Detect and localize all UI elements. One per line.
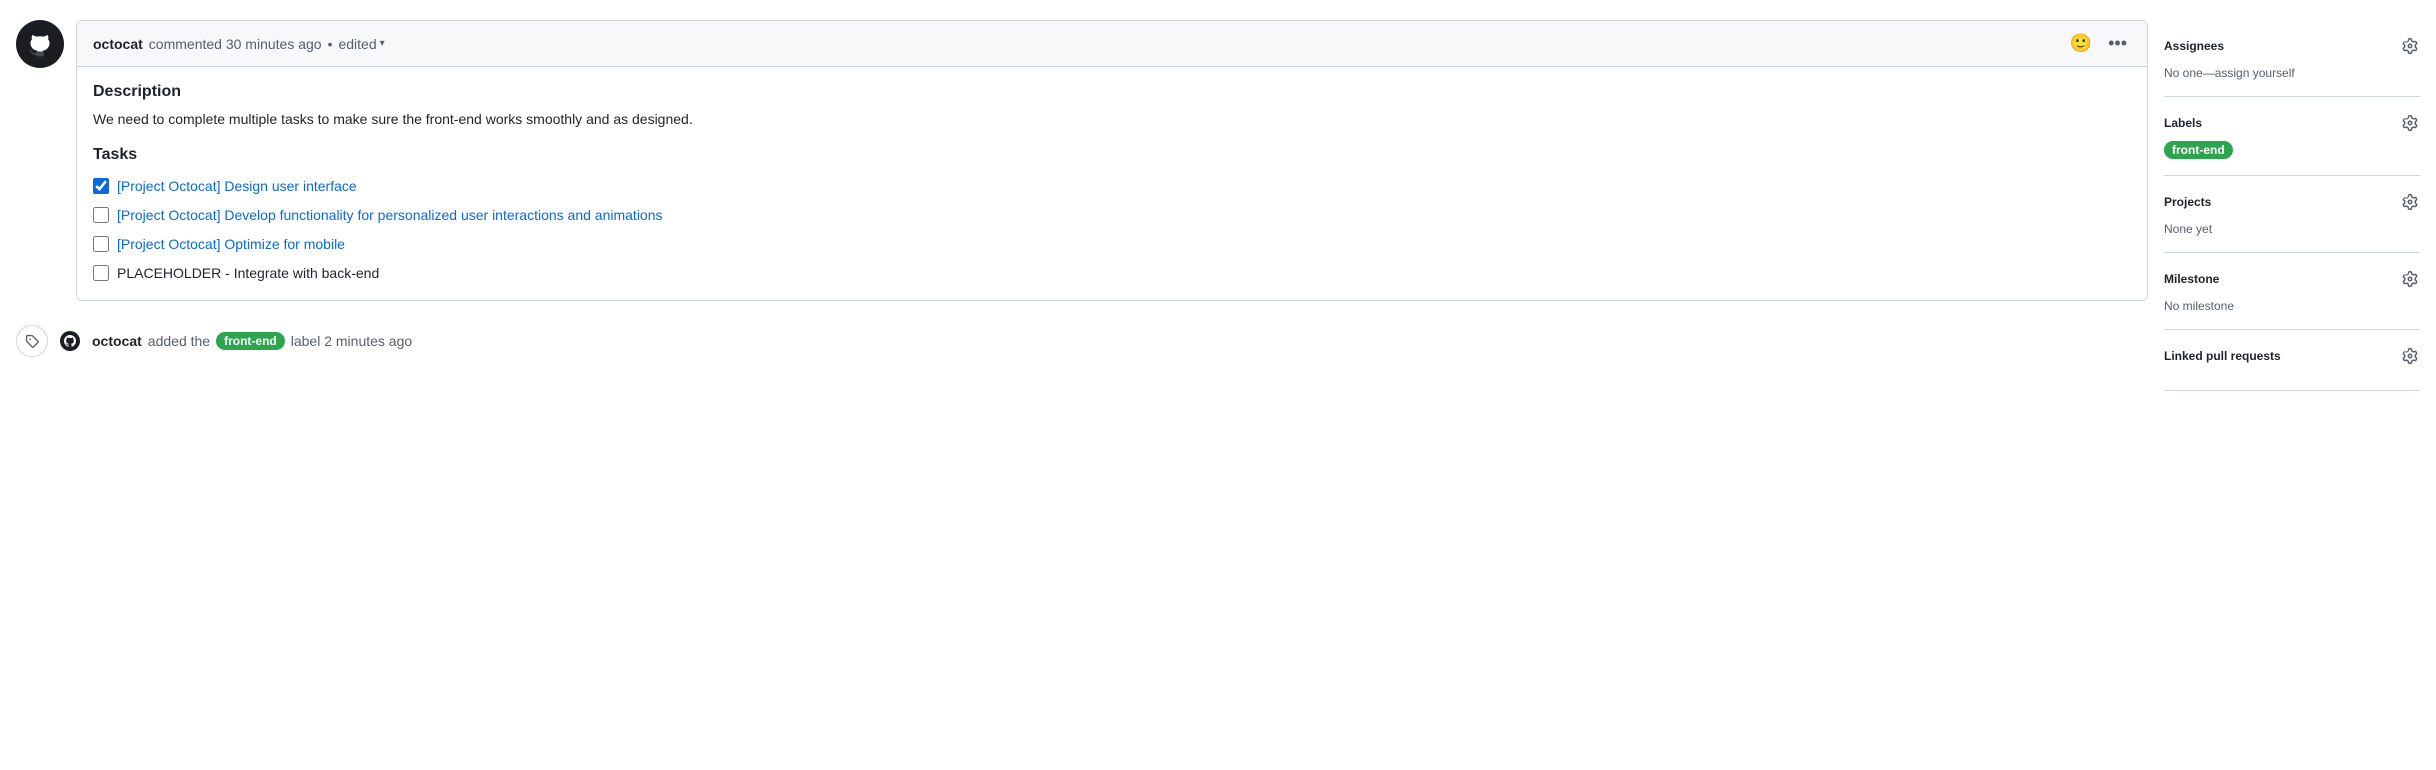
assignees-value[interactable]: No one—assign yourself bbox=[2164, 66, 2295, 80]
task-item: [Project Octocat] Design user interface bbox=[93, 176, 2131, 197]
description-title: Description bbox=[93, 83, 2131, 101]
comment-box: octocat commented 30 minutes ago • edite… bbox=[76, 20, 2148, 301]
gear-icon bbox=[2402, 38, 2418, 54]
task-checkbox[interactable] bbox=[93, 236, 109, 252]
task-item: [Project Octocat] Develop functionality … bbox=[93, 205, 2131, 226]
task-checkbox[interactable] bbox=[93, 265, 109, 281]
comment-dot: • bbox=[328, 36, 333, 52]
ellipsis-icon: ••• bbox=[2108, 33, 2127, 54]
edited-label: edited bbox=[338, 36, 376, 52]
description-text: We need to complete multiple tasks to ma… bbox=[93, 109, 2131, 130]
comment-header: octocat commented 30 minutes ago • edite… bbox=[77, 21, 2147, 67]
comment-author: octocat bbox=[93, 36, 143, 52]
comment-body: Description We need to complete multiple… bbox=[77, 67, 2147, 300]
task-link[interactable]: [Project Octocat] Optimize for mobile bbox=[117, 234, 345, 255]
milestone-section: Milestone No milestone bbox=[2164, 253, 2420, 330]
comment-wrapper: octocat commented 30 minutes ago • edite… bbox=[16, 20, 2148, 301]
assignees-header: Assignees bbox=[2164, 36, 2420, 56]
activity-label-badge: front-end bbox=[216, 332, 285, 350]
avatar bbox=[16, 20, 64, 68]
activity-author: octocat bbox=[92, 333, 142, 349]
chevron-down-icon: ▾ bbox=[380, 38, 385, 49]
linked-prs-header: Linked pull requests bbox=[2164, 346, 2420, 366]
edited-dropdown[interactable]: edited ▾ bbox=[338, 36, 384, 52]
task-text: PLACEHOLDER - Integrate with back-end bbox=[117, 263, 379, 284]
emoji-button[interactable]: 🙂 bbox=[2066, 29, 2096, 58]
activity-text: octocat added the front-end label 2 minu… bbox=[92, 332, 412, 350]
task-item: PLACEHOLDER - Integrate with back-end bbox=[93, 263, 2131, 284]
assignees-gear-button[interactable] bbox=[2400, 36, 2420, 56]
assignees-section: Assignees No one—assign yourself bbox=[2164, 20, 2420, 97]
tag-icon bbox=[25, 334, 39, 348]
more-options-button[interactable]: ••• bbox=[2104, 29, 2131, 58]
linked-prs-title: Linked pull requests bbox=[2164, 349, 2281, 363]
projects-value: None yet bbox=[2164, 222, 2212, 236]
projects-title: Projects bbox=[2164, 195, 2211, 209]
gear-icon bbox=[2402, 348, 2418, 364]
task-link[interactable]: [Project Octocat] Design user interface bbox=[117, 176, 357, 197]
labels-section: Labels front-end bbox=[2164, 97, 2420, 176]
activity-suffix: label 2 minutes ago bbox=[291, 333, 412, 349]
activity-wrapper: octocat added the front-end label 2 minu… bbox=[16, 317, 2148, 365]
linked-prs-section: Linked pull requests bbox=[2164, 330, 2420, 391]
milestone-header: Milestone bbox=[2164, 269, 2420, 289]
comment-header-right: 🙂 ••• bbox=[2066, 29, 2131, 58]
milestone-title: Milestone bbox=[2164, 272, 2219, 286]
right-sidebar: Assignees No one—assign yourself Labels bbox=[2164, 20, 2420, 750]
tasks-title: Tasks bbox=[93, 146, 2131, 164]
comment-meta: commented 30 minutes ago bbox=[149, 36, 322, 52]
task-list: [Project Octocat] Design user interface [… bbox=[93, 176, 2131, 284]
task-checkbox[interactable] bbox=[93, 207, 109, 223]
gear-icon bbox=[2402, 194, 2418, 210]
activity-mini-avatar bbox=[60, 331, 80, 351]
task-link[interactable]: [Project Octocat] Develop functionality … bbox=[117, 205, 663, 226]
activity-icon-wrapper bbox=[16, 325, 48, 357]
task-item: [Project Octocat] Optimize for mobile bbox=[93, 234, 2131, 255]
gear-icon bbox=[2402, 115, 2418, 131]
task-checkbox[interactable] bbox=[93, 178, 109, 194]
projects-gear-button[interactable] bbox=[2400, 192, 2420, 212]
activity-action: added the bbox=[148, 333, 210, 349]
labels-gear-button[interactable] bbox=[2400, 113, 2420, 133]
assignees-title: Assignees bbox=[2164, 39, 2224, 53]
labels-header: Labels bbox=[2164, 113, 2420, 133]
activity-avatar-icon bbox=[62, 333, 78, 349]
emoji-icon: 🙂 bbox=[2070, 33, 2092, 54]
gear-icon bbox=[2402, 271, 2418, 287]
milestone-gear-button[interactable] bbox=[2400, 269, 2420, 289]
comment-header-left: octocat commented 30 minutes ago • edite… bbox=[93, 36, 385, 52]
milestone-value: No milestone bbox=[2164, 299, 2234, 313]
sidebar-label-badge[interactable]: front-end bbox=[2164, 141, 2233, 159]
labels-title: Labels bbox=[2164, 116, 2202, 130]
projects-section: Projects None yet bbox=[2164, 176, 2420, 253]
linked-prs-gear-button[interactable] bbox=[2400, 346, 2420, 366]
projects-header: Projects bbox=[2164, 192, 2420, 212]
